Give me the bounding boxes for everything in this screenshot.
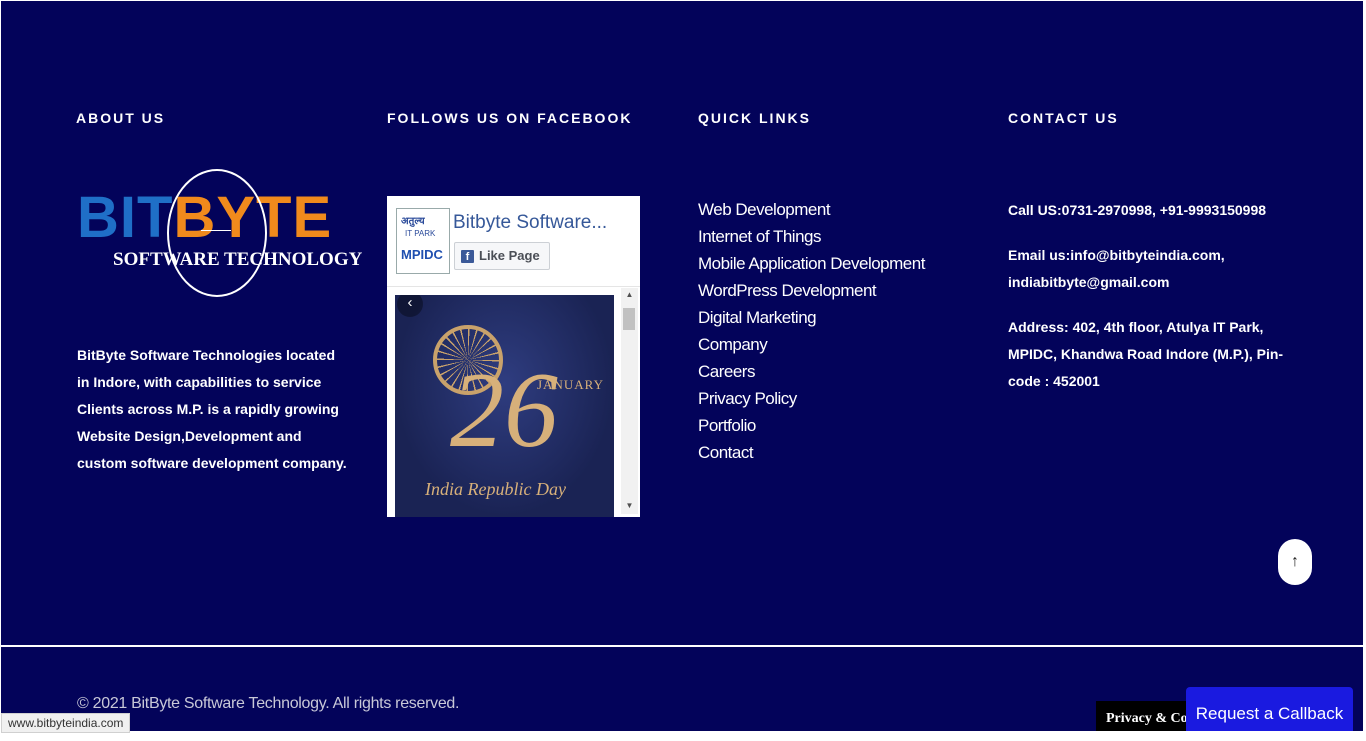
arrow-up-icon: ↑ bbox=[1291, 553, 1299, 570]
link-web-development[interactable]: Web Development bbox=[698, 196, 925, 223]
logo-ring bbox=[167, 169, 267, 297]
status-bar-url: www.bitbyteindia.com bbox=[1, 713, 131, 733]
company-logo[interactable]: BITBYTE SOFTWARE TECHNOLOGY bbox=[77, 167, 362, 307]
facebook-title: FOLLOWS US ON FACEBOOK bbox=[387, 110, 633, 126]
contact-address: Address: 402, 4th floor, Atulya IT Park,… bbox=[1008, 319, 1284, 389]
about-title: ABOUT US bbox=[76, 110, 166, 126]
facebook-avatar[interactable]: अतुल्य IT PARK MPIDC bbox=[396, 208, 450, 274]
quick-links-list: Web Development Internet of Things Mobil… bbox=[698, 196, 925, 466]
chevron-left-icon[interactable]: ‹ bbox=[397, 295, 423, 317]
post-month: JANUARY bbox=[537, 377, 604, 392]
contact-email: Email us:info@bitbyteindia.com, indiabit… bbox=[1008, 247, 1225, 290]
link-contact[interactable]: Contact bbox=[698, 439, 925, 466]
facebook-like-button[interactable]: f Like Page bbox=[454, 242, 550, 270]
facebook-widget: अतुल्य IT PARK MPIDC Bitbyte Software...… bbox=[387, 196, 640, 517]
logo-cross bbox=[201, 230, 231, 231]
footer-divider bbox=[1, 645, 1363, 647]
scroll-thumb[interactable] bbox=[623, 308, 635, 330]
request-callback-button[interactable]: Request a Callback bbox=[1186, 687, 1353, 731]
contact-title: CONTACT US bbox=[1008, 110, 1119, 126]
facebook-icon: f bbox=[461, 249, 474, 263]
back-to-top-button[interactable]: ↑ bbox=[1278, 539, 1312, 585]
facebook-post-image[interactable]: 26 JANUARY India Republic Day ‹ bbox=[395, 295, 614, 517]
link-mobile-app-development[interactable]: Mobile Application Development bbox=[698, 250, 925, 277]
link-portfolio[interactable]: Portfolio bbox=[698, 412, 925, 439]
like-label: Like Page bbox=[479, 248, 540, 263]
quick-links-title: QUICK LINKS bbox=[698, 110, 811, 126]
link-wordpress-development[interactable]: WordPress Development bbox=[698, 277, 925, 304]
link-digital-marketing[interactable]: Digital Marketing bbox=[698, 304, 925, 331]
link-careers[interactable]: Careers bbox=[698, 358, 925, 385]
site-footer: ABOUT US BITBYTE SOFTWARE TECHNOLOGY Bit… bbox=[1, 1, 1363, 731]
facebook-scrollbar[interactable]: ▲ ▼ bbox=[621, 288, 638, 514]
contact-phone: Call US:0731-2970998, +91-9993150998 bbox=[1008, 202, 1267, 218]
contact-info: Call US:0731-2970998, +91-9993150998 Ema… bbox=[1008, 197, 1298, 395]
link-privacy-policy[interactable]: Privacy Policy bbox=[698, 385, 925, 412]
about-description: BitByte Software Technologies located in… bbox=[77, 347, 347, 471]
scroll-down-icon[interactable]: ▼ bbox=[621, 501, 638, 510]
post-caption: India Republic Day bbox=[425, 479, 566, 499]
link-company[interactable]: Company bbox=[698, 331, 925, 358]
facebook-page-name[interactable]: Bitbyte Software... bbox=[453, 212, 607, 234]
copyright-text: © 2021 BitByte Software Technology. All … bbox=[77, 695, 460, 712]
post-day: 26 bbox=[450, 351, 558, 470]
link-internet-of-things[interactable]: Internet of Things bbox=[698, 223, 925, 250]
facebook-header: अतुल्य IT PARK MPIDC Bitbyte Software...… bbox=[387, 196, 640, 287]
scroll-up-icon[interactable]: ▲ bbox=[621, 290, 638, 299]
